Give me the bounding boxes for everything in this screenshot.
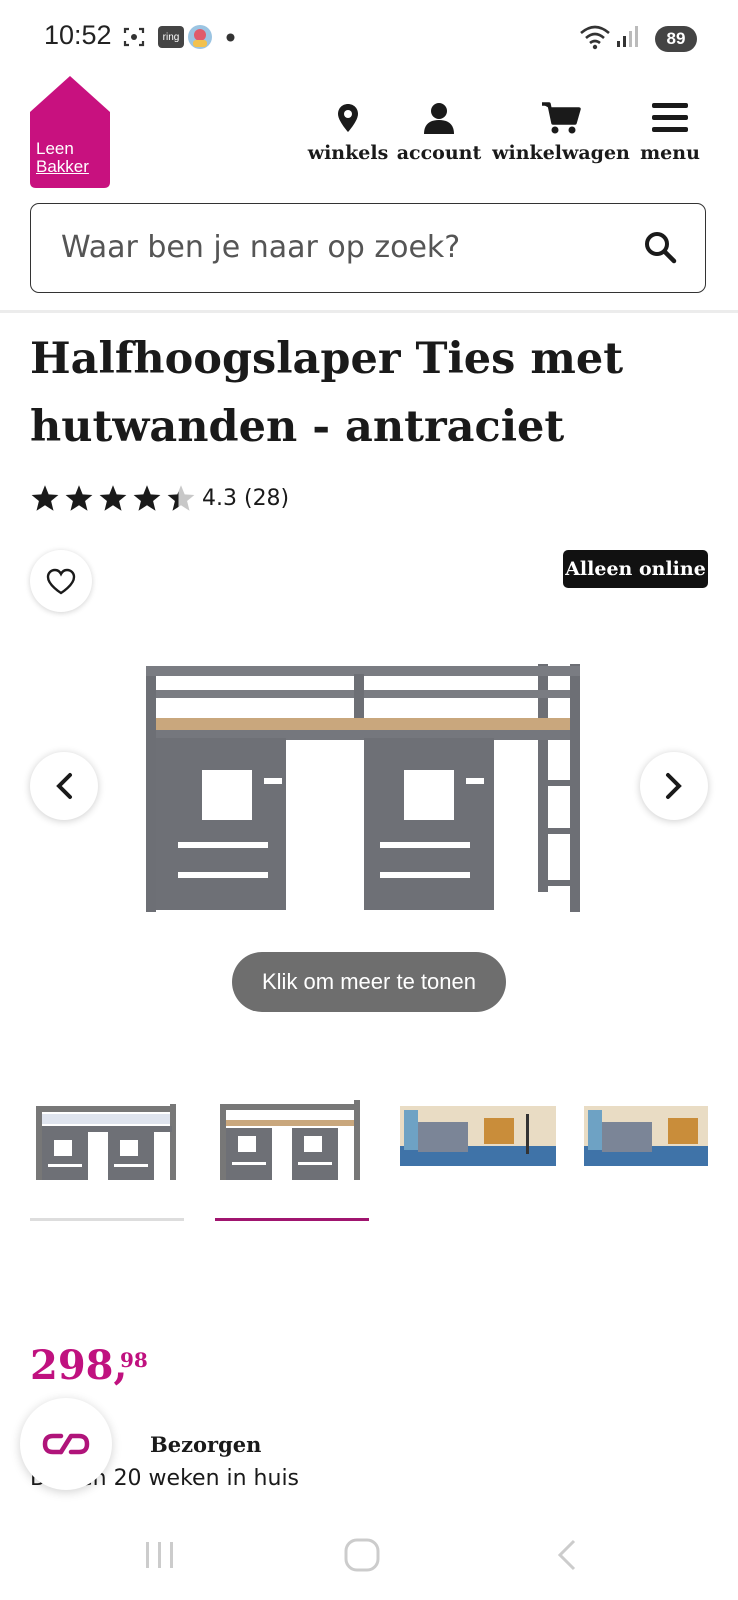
nav-cart-button[interactable]: winkelwagen bbox=[492, 100, 630, 164]
search-input[interactable] bbox=[61, 204, 621, 290]
star-icon bbox=[65, 485, 93, 511]
logo-line-1: Leen bbox=[36, 139, 74, 158]
price-main: 298, bbox=[30, 1342, 128, 1389]
logo-line-2: Bakker bbox=[36, 157, 89, 176]
thumbnail-4[interactable] bbox=[584, 1106, 708, 1166]
status-time: 10:52 bbox=[44, 20, 112, 50]
product-image[interactable] bbox=[142, 660, 594, 922]
nav-menu-button[interactable]: menu bbox=[640, 100, 700, 164]
star-icon bbox=[31, 485, 59, 511]
product-rating[interactable]: 4.3 (28) bbox=[30, 484, 289, 512]
carousel-next-button[interactable] bbox=[640, 752, 708, 820]
location-pin-icon bbox=[337, 100, 359, 136]
notification-dot-icon bbox=[224, 22, 236, 52]
thumbnail-indicator-1 bbox=[30, 1218, 184, 1221]
favorite-button[interactable] bbox=[30, 550, 92, 612]
online-only-badge: Alleen online bbox=[563, 550, 708, 588]
chat-loop-icon bbox=[42, 1433, 90, 1455]
nav-stores-label: winkels bbox=[307, 142, 389, 164]
thumbnail-1[interactable] bbox=[32, 1096, 180, 1182]
thumbnail-indicator-2 bbox=[215, 1218, 369, 1221]
back-icon[interactable] bbox=[556, 1538, 578, 1576]
battery-icon: 89 bbox=[655, 26, 697, 52]
thumbnail-2[interactable] bbox=[216, 1096, 364, 1182]
rating-stars bbox=[30, 484, 196, 512]
ring-app-icon: ring bbox=[158, 26, 184, 48]
wifi-icon bbox=[578, 22, 612, 52]
shopping-cart-icon bbox=[541, 100, 581, 136]
system-navigation-bar bbox=[0, 1508, 738, 1600]
delivery-title-text: Bezorgen bbox=[150, 1432, 262, 1457]
home-icon[interactable] bbox=[344, 1538, 380, 1576]
nav-account-button[interactable]: account bbox=[396, 100, 482, 164]
hamburger-menu-icon bbox=[652, 100, 688, 136]
leen-bakker-logo[interactable]: Leen Bakker bbox=[30, 76, 110, 188]
rating-text: 4.3 (28) bbox=[202, 485, 290, 511]
chat-button[interactable] bbox=[20, 1398, 112, 1490]
avatar-icon bbox=[186, 22, 214, 52]
product-title: Halfhoogslaper Ties met hutwanden - antr… bbox=[30, 334, 624, 452]
recent-apps-icon[interactable] bbox=[144, 1540, 176, 1574]
star-icon bbox=[133, 485, 161, 511]
price-cents: 98 bbox=[120, 1348, 148, 1372]
heart-icon bbox=[46, 568, 76, 594]
chevron-left-icon bbox=[56, 773, 72, 799]
nav-account-label: account bbox=[396, 142, 482, 164]
search-icon[interactable] bbox=[643, 230, 677, 268]
star-icon bbox=[99, 485, 127, 511]
chevron-right-icon bbox=[666, 773, 682, 799]
partial-star-icon bbox=[167, 485, 195, 511]
nav-cart-label: winkelwagen bbox=[492, 142, 630, 164]
signal-icon bbox=[614, 22, 640, 52]
thumbnail-3[interactable] bbox=[400, 1106, 556, 1166]
user-icon bbox=[423, 100, 455, 136]
show-more-button[interactable]: Klik om meer te tonen bbox=[232, 952, 506, 1012]
delivery-title: Bezorgen bbox=[150, 1432, 261, 1457]
carousel-prev-button[interactable] bbox=[30, 752, 98, 820]
search-box bbox=[30, 203, 706, 293]
screenshot-icon bbox=[120, 22, 148, 52]
header-divider bbox=[0, 310, 738, 313]
nav-menu-label: menu bbox=[640, 142, 700, 164]
nav-stores-button[interactable]: winkels bbox=[308, 100, 388, 164]
